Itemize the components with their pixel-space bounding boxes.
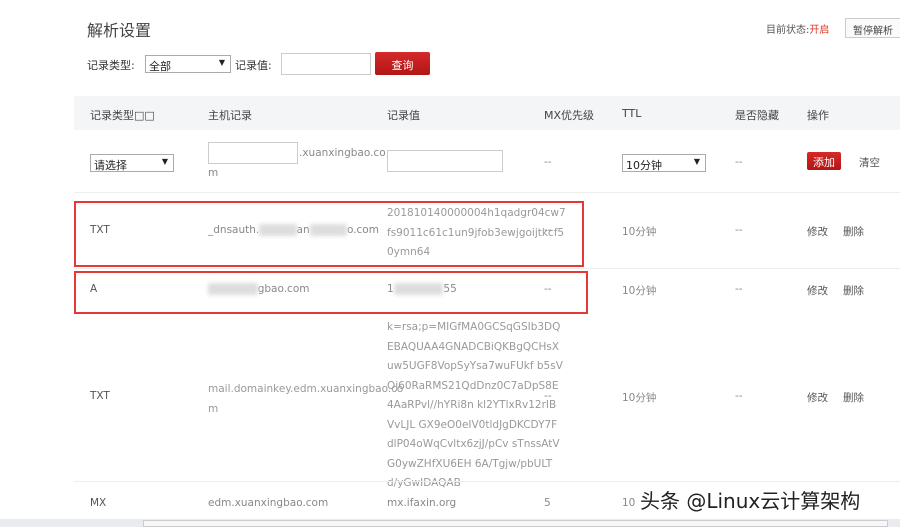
- col-type: 记录类型□□: [90, 109, 155, 122]
- host-suffix: gbao.com: [257, 283, 310, 295]
- row-hidden: --: [735, 390, 743, 402]
- row-host: xxxxxxxxgbao.com: [208, 283, 310, 295]
- col-mx: MX优先级: [544, 109, 595, 122]
- horizontal-scrollbar[interactable]: [143, 520, 888, 527]
- host-line: m: [208, 402, 219, 415]
- status: 目前状态:开启: [766, 21, 829, 36]
- watermark: 头条 @Linux云计算架构: [640, 489, 861, 513]
- add-host-input[interactable]: [208, 142, 298, 164]
- edit-link[interactable]: 修改: [807, 224, 828, 239]
- row-ttl: 10分钟: [622, 392, 657, 404]
- host-mid: an: [296, 224, 310, 236]
- value-filter-label: 记录值:: [235, 59, 272, 72]
- value-line: Oj60RaRMS21QdDnz0C7aDpS8E: [387, 379, 559, 392]
- col-hidden: 是否隐藏: [735, 109, 779, 122]
- col-actions: 操作: [807, 109, 829, 122]
- value-line: dlP04oWqCvltx6zjJ/pCv sTnssAtV: [387, 438, 560, 450]
- pause-resolution-button[interactable]: 暂停解析: [845, 18, 900, 38]
- chevron-down-icon: ▼: [218, 58, 225, 67]
- value-suffix: 55: [443, 283, 457, 295]
- delete-link[interactable]: 删除: [843, 390, 864, 405]
- add-ttl-select[interactable]: 10分钟 ▼: [622, 154, 706, 172]
- row-mx: --: [544, 224, 552, 236]
- chevron-down-icon: ▼: [161, 157, 168, 166]
- row-host: edm.xuanxingbao.com: [208, 497, 329, 509]
- chevron-down-icon: ▼: [693, 157, 700, 166]
- row-type: A: [90, 283, 98, 295]
- host-suffix: o.com: [346, 224, 379, 236]
- value-line: uw5UGF8VopSyYsa7wuFUkf b5sV: [387, 360, 563, 372]
- host-suffix: .xuanxingbao.co: [299, 147, 386, 159]
- row-hidden: --: [735, 224, 743, 236]
- clear-link[interactable]: 清空: [859, 155, 880, 170]
- row-host: _dnsauth.xxxxxxanxxxxxxo.com: [208, 224, 379, 236]
- value-line: fs9011c61c1un9jfob3ewjgoijtkcf5: [387, 226, 565, 239]
- add-hidden: --: [735, 156, 743, 168]
- redacted: xxxxxxxx: [393, 283, 444, 295]
- edit-link[interactable]: 修改: [807, 390, 828, 405]
- row-value: 1xxxxxxxx55: [387, 283, 457, 295]
- value-line: VvLJL GX9eO0eIV0tldJgDKCDY7F: [387, 418, 558, 431]
- host-prefix: _dnsauth.: [208, 224, 260, 236]
- row-host: mail.domainkey.edm.xuanxingbao.co m: [208, 380, 403, 419]
- value-line: 0ymn64: [387, 246, 431, 258]
- redacted: xxxxxx: [309, 224, 347, 236]
- row-mx: 5: [544, 497, 551, 509]
- type-filter-select[interactable]: 全部 ▼: [145, 55, 231, 73]
- divider: [74, 268, 900, 269]
- highlight-box: [74, 271, 588, 314]
- row-value: k=rsa;p=MIGfMA0GCSqGSIb3DQ EBAQUAA4GNADCB…: [387, 318, 563, 494]
- row-hidden: --: [735, 283, 743, 295]
- delete-link[interactable]: 删除: [843, 224, 864, 239]
- col-ttl: TTL: [622, 107, 642, 120]
- row-type: MX: [90, 497, 107, 509]
- edit-link[interactable]: 修改: [807, 283, 828, 298]
- row-value: 201810140000004h1qadgr04cw7 fs9011c61c1un…: [387, 204, 566, 263]
- add-mx: --: [544, 156, 552, 168]
- redacted: xxxxxxxx: [208, 283, 258, 295]
- delete-link[interactable]: 删除: [843, 283, 864, 298]
- redacted: xxxxxx: [259, 224, 297, 236]
- add-type-value: 请选择: [94, 159, 127, 172]
- page-title: 解析设置: [87, 21, 152, 40]
- value-line: k=rsa;p=MIGfMA0GCSqGSIb3DQ: [387, 321, 561, 333]
- status-label: 目前状态:: [766, 25, 810, 36]
- add-type-select[interactable]: 请选择 ▼: [90, 154, 174, 172]
- type-filter-label: 记录类型:: [87, 59, 135, 72]
- divider: [74, 481, 900, 482]
- row-value: mx.ifaxin.org: [387, 497, 457, 509]
- add-ttl-value: 10分钟: [626, 159, 662, 172]
- add-value-input[interactable]: [387, 150, 503, 172]
- row-mx: --: [544, 283, 552, 295]
- col-host: 主机记录: [208, 109, 252, 122]
- row-type: TXT: [90, 224, 110, 236]
- value-line: G0ywZHfXU6EH 6A/Tgjw/pbULT: [387, 457, 553, 470]
- value-prefix: 1: [387, 283, 394, 295]
- type-filter-value: 全部: [149, 60, 171, 73]
- query-button[interactable]: 查询: [375, 52, 430, 75]
- value-line: d/yGwIDAQAB: [387, 477, 461, 489]
- value-line: 4AaRPvl//hYRi8n kl2YTlxRv12rIB: [387, 399, 557, 411]
- host-suffix-wrap: m: [208, 167, 219, 179]
- value-filter-input[interactable]: [281, 53, 371, 75]
- add-button[interactable]: 添加: [807, 152, 841, 170]
- row-ttl: 10: [622, 497, 636, 509]
- value-line: 201810140000004h1qadgr04cw7: [387, 207, 566, 219]
- row-ttl: 10分钟: [622, 285, 657, 297]
- value-line: EBAQUAA4GNADCBiQKBgQCHsX: [387, 340, 560, 353]
- row-type: TXT: [90, 390, 110, 402]
- host-line: mail.domainkey.edm.xuanxingbao.co: [208, 383, 404, 395]
- status-value: 开启: [809, 25, 830, 36]
- divider: [74, 192, 900, 193]
- row-mx: --: [544, 390, 552, 402]
- col-value: 记录值: [387, 109, 420, 122]
- row-ttl: 10分钟: [622, 226, 657, 238]
